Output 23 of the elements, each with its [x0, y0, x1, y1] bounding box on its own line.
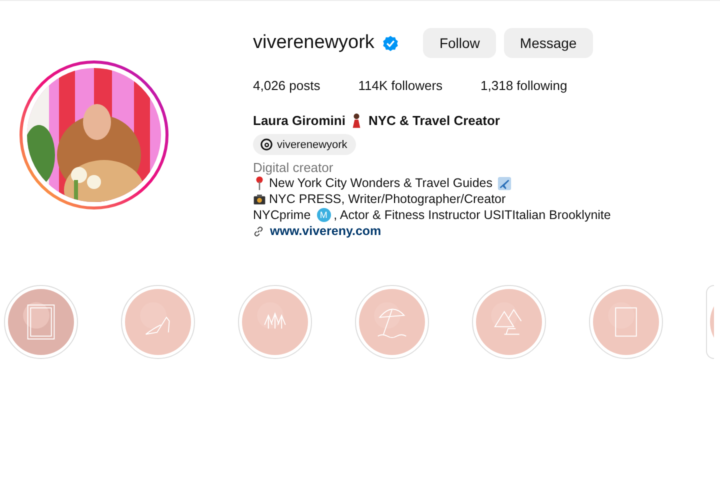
threads-icon	[260, 138, 273, 151]
link-icon	[253, 226, 264, 236]
pin-icon	[253, 176, 266, 190]
profile-stat[interactable]: 114K followers	[358, 78, 443, 93]
airplane-icon	[497, 176, 512, 190]
story-highlight[interactable]	[706, 285, 714, 359]
bio-text: New York City Wonders & Travel Guides	[269, 175, 492, 191]
profile-stat[interactable]: 1,318 following	[480, 78, 568, 93]
threads-handle: viverenewyork	[277, 138, 348, 150]
bio-text: , Actor & Fitness Instructor USITItalian Brooklynite	[334, 207, 611, 223]
profile-stat[interactable]: 4,026 posts	[253, 78, 320, 93]
metro-badge: M	[316, 208, 331, 222]
bio-text: NYCprime	[253, 207, 311, 223]
action-button[interactable]: Message	[504, 28, 593, 58]
bio-text: NYC PRESS, Writer/Photographer/Creator	[269, 191, 506, 207]
category-label: Digital creator	[253, 160, 334, 175]
camera-icon	[253, 192, 266, 206]
full-name: Laura Giromini	[253, 113, 346, 128]
action-button[interactable]: Follow	[423, 28, 496, 58]
threads-badge[interactable]: viverenewyork	[253, 134, 356, 155]
website-link[interactable]: www.vivereny.com	[270, 224, 382, 238]
username: viverenewyork	[253, 32, 374, 54]
title-text: NYC & Travel Creator	[368, 113, 500, 128]
